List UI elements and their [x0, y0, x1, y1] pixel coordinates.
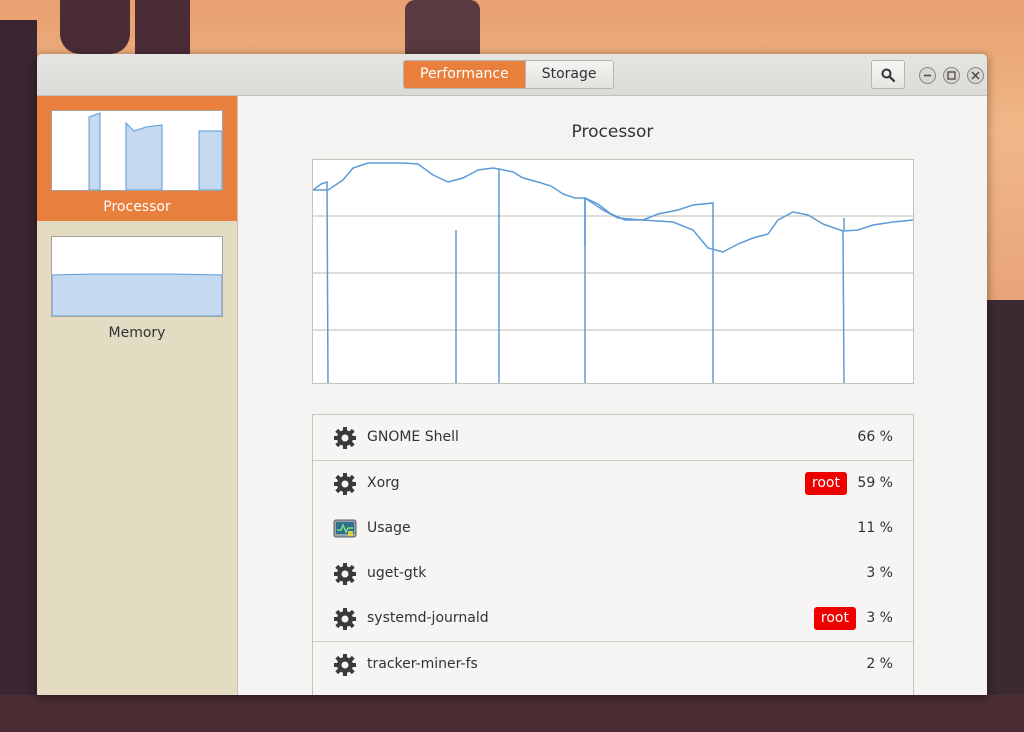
- app-window: Performance Storage Processor Memory Pro…: [37, 54, 987, 695]
- usage-app-icon: [333, 519, 357, 538]
- process-cpu-percent: 11 %: [857, 520, 893, 536]
- process-cpu-percent: 2 %: [866, 656, 893, 672]
- list-item[interactable]: systemd-journald root 3 %: [313, 596, 913, 642]
- list-item[interactable]: tracker-miner-fs 2 %: [313, 642, 913, 688]
- process-name: uget-gtk: [367, 565, 427, 581]
- process-cpu-percent: 3 %: [866, 565, 893, 581]
- tab-storage[interactable]: Storage: [524, 61, 613, 88]
- sidebar-item-label: Processor: [103, 199, 171, 215]
- root-badge: root: [813, 607, 856, 630]
- list-item[interactable]: uget-gtk 3 %: [313, 551, 913, 597]
- process-name: Xorg: [367, 475, 400, 491]
- gear-icon: [334, 654, 356, 676]
- list-item[interactable]: Usage 11 %: [313, 506, 913, 552]
- process-cpu-percent: 66 %: [857, 429, 893, 445]
- minimize-button[interactable]: [919, 67, 936, 84]
- process-cpu-percent: 3 %: [866, 610, 893, 626]
- sidebar-item-memory[interactable]: Memory: [37, 222, 237, 342]
- gear-icon: [334, 608, 356, 630]
- process-cpu-percent: 59 %: [857, 475, 893, 491]
- page-title: Processor: [571, 122, 654, 142]
- maximize-button[interactable]: [943, 67, 960, 84]
- gear-icon: [334, 427, 356, 449]
- search-icon: [881, 68, 895, 82]
- process-list: GNOME Shell 66 % Xorg root 59 % Usage 11…: [312, 414, 914, 695]
- gear-icon: [334, 563, 356, 585]
- sidebar: Processor Memory: [37, 96, 238, 695]
- maximize-icon: [947, 71, 956, 80]
- gear-icon: [334, 473, 356, 495]
- processor-usage-graph: [312, 159, 914, 384]
- process-name: systemd-journald: [367, 610, 489, 626]
- minimize-icon: [924, 74, 931, 77]
- memory-thumbnail-graph: [51, 236, 223, 317]
- process-name: GNOME Shell: [367, 429, 459, 445]
- process-name: Usage: [367, 520, 411, 536]
- processor-thumbnail-graph: [51, 110, 223, 191]
- header-bar: Performance Storage: [37, 54, 987, 96]
- main-panel: Processor GNOME Shell 66 % Xorg root 59 …: [238, 96, 987, 695]
- close-button[interactable]: [967, 67, 984, 84]
- sidebar-item-label: Memory: [108, 325, 166, 341]
- close-icon: [971, 71, 980, 80]
- process-name: tracker-miner-fs: [367, 656, 478, 672]
- view-switcher: Performance Storage: [403, 60, 614, 89]
- list-item[interactable]: [313, 687, 913, 695]
- list-item[interactable]: Xorg root 59 %: [313, 461, 913, 507]
- tab-performance[interactable]: Performance: [404, 61, 525, 88]
- sidebar-item-processor[interactable]: Processor: [37, 96, 237, 221]
- list-item[interactable]: GNOME Shell 66 %: [313, 415, 913, 461]
- root-badge: root: [804, 472, 847, 495]
- search-button[interactable]: [871, 60, 905, 89]
